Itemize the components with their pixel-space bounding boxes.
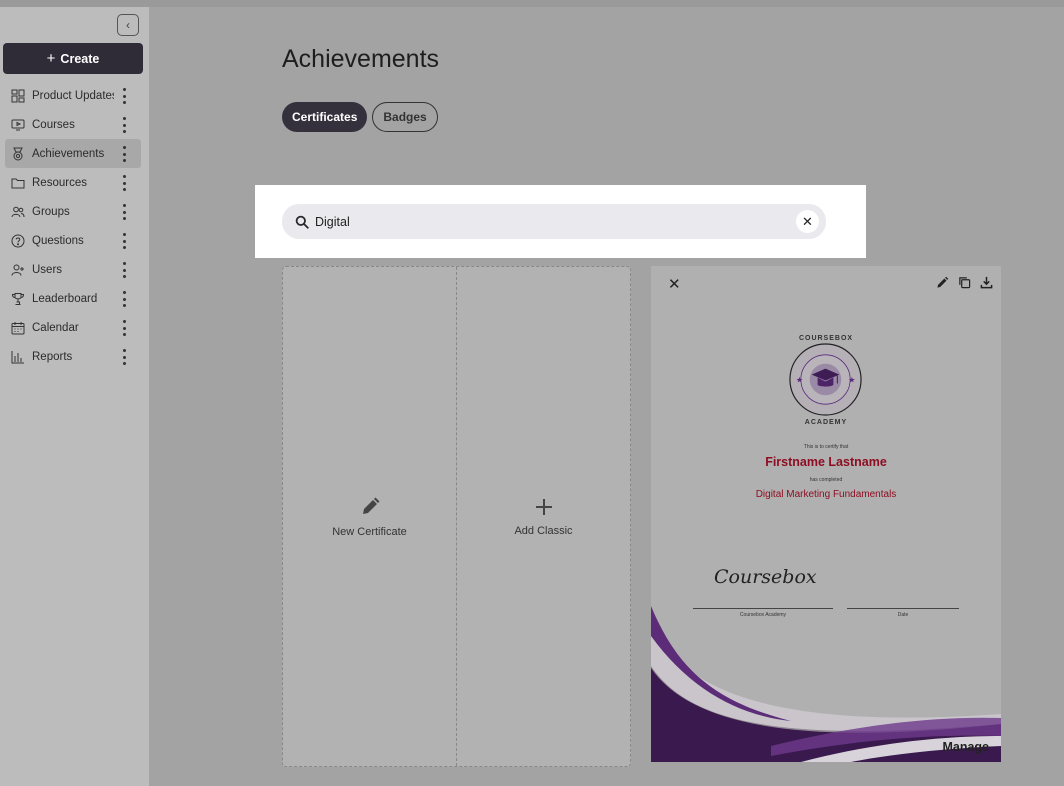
dashboard-icon <box>10 88 25 103</box>
medal-icon <box>10 146 25 161</box>
sidebar-item-label: Questions <box>32 234 84 247</box>
preview-toolbar <box>936 276 993 289</box>
download-icon[interactable] <box>980 276 993 289</box>
sidebar-nav: Product Updates Courses Achievements Res… <box>0 81 149 371</box>
add-classic-card[interactable]: Add Classic <box>456 267 630 766</box>
more-options-icon[interactable] <box>118 146 130 162</box>
people-icon <box>10 204 25 219</box>
search-panel: ✕ <box>255 185 866 258</box>
more-options-icon[interactable] <box>118 88 130 104</box>
certificate-actions: New Certificate Add Classic <box>282 266 631 767</box>
folder-icon <box>10 175 25 190</box>
more-options-icon[interactable] <box>118 349 130 365</box>
sidebar-item-achievements[interactable]: Achievements <box>5 139 141 168</box>
sidebar-item-leaderboard[interactable]: Leaderboard <box>0 284 149 313</box>
seal-top-text: COURSEBOX <box>798 335 854 342</box>
decorative-swoosh <box>651 606 1001 762</box>
certificate-preview[interactable]: ✕ ★ ★ COURSEBOX ACADEMY This is to certi… <box>651 266 1001 762</box>
add-user-icon <box>10 262 25 277</box>
plus-icon: + <box>46 50 56 67</box>
seal-bottom-text: ACADEMY <box>804 419 848 426</box>
close-icon[interactable]: ✕ <box>668 275 681 293</box>
search-icon <box>295 215 309 229</box>
sidebar-item-label: Courses <box>32 118 75 131</box>
pencil-icon <box>362 497 379 514</box>
sidebar-item-courses[interactable]: Courses <box>0 110 149 139</box>
create-label: Create <box>60 51 100 66</box>
svg-text:★: ★ <box>796 375 803 384</box>
sidebar-item-label: Reports <box>32 350 73 363</box>
achievement-tabs: Certificates Badges <box>282 102 438 132</box>
sidebar-item-calendar[interactable]: Calendar <box>0 313 149 342</box>
sidebar-item-label: Leaderboard <box>32 292 98 305</box>
add-classic-label: Add Classic <box>514 524 573 537</box>
page-title: Achievements <box>282 45 440 73</box>
sidebar-item-label: Achievements <box>32 147 105 160</box>
main-content: Achievements Certificates Badges ✕ New C… <box>149 7 1064 786</box>
sidebar-item-resources[interactable]: Resources <box>0 168 149 197</box>
signature: Coursebox <box>714 566 817 588</box>
sidebar-item-users[interactable]: Users <box>0 255 149 284</box>
question-icon <box>10 233 25 248</box>
sidebar-item-product-updates[interactable]: Product Updates <box>0 81 149 110</box>
chevron-left-icon: ‹ <box>126 18 130 32</box>
more-options-icon[interactable] <box>118 233 130 249</box>
tab-certificates[interactable]: Certificates <box>282 102 368 132</box>
search-box: ✕ <box>282 204 826 239</box>
new-certificate-card[interactable]: New Certificate <box>283 267 456 766</box>
sidebar-item-label: Product Updates <box>32 89 114 102</box>
course-title: Digital Marketing Fundamentals <box>755 489 897 500</box>
collapse-sidebar-button[interactable]: ‹ <box>117 14 139 36</box>
new-certificate-label: New Certificate <box>332 525 407 538</box>
top-strip <box>0 0 1064 7</box>
manage-button[interactable]: Manage <box>942 740 989 754</box>
trophy-icon <box>10 291 25 306</box>
more-options-icon[interactable] <box>118 320 130 336</box>
more-options-icon[interactable] <box>118 117 130 133</box>
search-input[interactable] <box>315 214 755 229</box>
tab-badges[interactable]: Badges <box>372 102 438 132</box>
more-options-icon[interactable] <box>118 204 130 220</box>
plus-icon <box>535 498 552 515</box>
academy-seal-icon: ★ ★ <box>789 343 862 416</box>
certify-text: This is to certify that <box>803 444 849 450</box>
sidebar-item-label: Calendar <box>32 321 79 334</box>
sidebar-item-questions[interactable]: Questions <box>0 226 149 255</box>
sidebar-item-label: Users <box>32 263 63 276</box>
more-options-icon[interactable] <box>118 291 130 307</box>
bar-chart-icon <box>10 349 25 364</box>
pencil-icon[interactable] <box>936 276 949 289</box>
close-icon: ✕ <box>802 213 813 229</box>
sidebar-item-groups[interactable]: Groups <box>0 197 149 226</box>
more-options-icon[interactable] <box>118 262 130 278</box>
sidebar: ‹ + Create Product Updates Courses Achie… <box>0 7 149 786</box>
more-options-icon[interactable] <box>118 175 130 191</box>
create-button[interactable]: + Create <box>3 43 143 74</box>
calendar-icon <box>10 320 25 335</box>
copy-icon[interactable] <box>958 276 971 289</box>
recipient-name: Firstname Lastname <box>765 455 887 469</box>
sidebar-item-reports[interactable]: Reports <box>0 342 149 371</box>
sidebar-item-label: Groups <box>32 205 70 218</box>
play-screen-icon <box>10 117 25 132</box>
sidebar-item-label: Resources <box>32 176 87 189</box>
clear-search-button[interactable]: ✕ <box>796 210 819 233</box>
svg-text:★: ★ <box>848 375 855 384</box>
completed-text: has completed <box>809 477 843 483</box>
